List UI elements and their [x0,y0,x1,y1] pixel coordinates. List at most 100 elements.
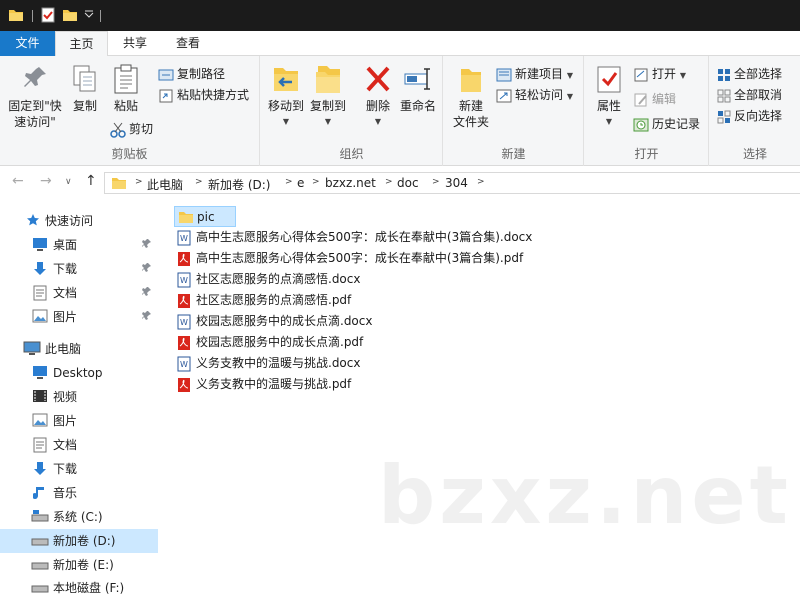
recent-locations-icon[interactable]: ∨ [65,177,72,187]
breadcrumb-bzxz[interactable]: bzxz.net [325,176,376,190]
sidebar-item-label: 快速访问 [45,214,94,228]
move-to-button[interactable]: 移动到 ▼ [265,64,307,130]
history-button[interactable]: 历史记录 [633,114,700,134]
breadcrumb-chevron[interactable]: > [477,177,485,187]
sidebar-item-label: 下载 [53,462,78,476]
properties-icon[interactable] [40,7,56,23]
sidebar-item-pictures[interactable]: 图片 [0,305,158,329]
pin-label: 固定到"快速访问" [8,99,62,129]
folder-icon[interactable] [8,7,24,23]
select-all-button[interactable]: 全部选择 [717,64,782,84]
breadcrumb-drive-d[interactable]: 新加卷 (D:) [208,176,270,193]
properties-button[interactable]: 属性 ▼ [589,64,629,130]
sidebar-item-drive-e[interactable]: 新加卷 (E:) [0,553,158,577]
breadcrumb-chevron[interactable]: > [312,177,320,187]
copy-path-label: 复制路径 [177,67,226,81]
breadcrumb-chevron[interactable]: > [385,177,393,187]
pin-icon[interactable] [142,310,152,322]
sidebar-item-desktop-pc[interactable]: Desktop [0,361,158,385]
copy-to-button[interactable]: 复制到 ▼ [307,64,349,130]
paste-icon [114,64,138,94]
move-to-label: 移动到 [267,99,304,113]
pin-icon[interactable] [142,238,152,250]
drive-icon [31,585,49,593]
music-icon [33,487,44,499]
breadcrumb-chevron[interactable]: > [432,177,440,187]
copy-button[interactable]: 复制 [68,64,102,114]
ribbon: 固定到"快速访问" 复制 粘贴 复制路径 粘贴快捷方式 剪切 剪贴板 移动到 ▼ … [0,56,800,166]
sidebar-item-drive-c[interactable]: 系统 (C:) [0,505,158,529]
delete-button[interactable]: 删除 ▼ [361,64,395,130]
sidebar-item-music[interactable]: 音乐 [0,481,158,505]
tab-share[interactable]: 共享 [110,31,160,56]
new-folder-button[interactable]: 新建 文件夹 [450,64,492,130]
sidebar-item-drive-d[interactable]: 新加卷 (D:) [0,529,158,553]
pdf-document-icon [178,252,190,266]
up-arrow-icon[interactable]: ↑ [85,173,97,189]
breadcrumb-e[interactable]: e [297,176,304,190]
picture-icon [32,309,48,323]
pin-icon[interactable] [142,262,152,274]
file-row-folder[interactable]: pic [174,206,236,227]
select-all-label: 全部选择 [734,67,783,81]
address-bar[interactable]: > 此电脑 > 新加卷 (D:) > e > bzxz.net > doc > … [104,172,800,194]
paste-button[interactable]: 粘贴 [108,64,144,114]
easy-access-button[interactable]: 轻松访问 ▼ [496,85,573,105]
copy-path-icon [158,69,174,80]
desktop-icon [33,366,47,379]
cut-label: 剪切 [129,122,154,136]
copy-label: 复制 [72,99,97,113]
tab-view[interactable]: 查看 [162,31,214,56]
breadcrumb-chevron[interactable]: > [195,177,203,187]
chevron-down-icon[interactable] [84,7,94,23]
sidebar-item-label: 系统 (C:) [53,510,103,524]
sidebar-item-desktop[interactable]: 桌面 [0,233,158,257]
sidebar-item-documents[interactable]: 文档 [0,281,158,305]
pin-icon[interactable] [142,286,152,298]
sidebar-item-pictures-pc[interactable]: 图片 [0,409,158,433]
new-item-button[interactable]: 新建项目 ▼ [496,64,573,84]
sidebar-item-label: 音乐 [53,486,78,500]
title-separator [32,10,33,22]
file-name: 社区志愿服务的点滴感悟.docx [196,272,361,286]
sidebar-item-quick-access[interactable]: 快速访问 [0,209,158,233]
clipboard-group-label: 剪贴板 [111,147,148,161]
breadcrumb-this-pc[interactable]: 此电脑 [147,176,183,193]
rename-button[interactable]: 重命名 [397,64,439,114]
invert-selection-icon [717,110,731,123]
select-none-button[interactable]: 全部取消 [717,85,782,105]
tab-file[interactable]: 文件 [0,31,55,56]
paste-shortcut-button[interactable]: 粘贴快捷方式 [158,85,249,105]
sidebar-item-label: 新加卷 (E:) [53,558,114,572]
breadcrumb-chevron[interactable]: > [135,177,143,187]
sidebar-item-downloads-pc[interactable]: 下载 [0,457,158,481]
select-all-icon [718,68,730,81]
video-icon [33,390,47,402]
breadcrumb-doc[interactable]: doc [397,176,419,190]
easy-access-label: 轻松访问 [515,88,564,102]
sidebar-item-drive-f[interactable]: 本地磁盘 (F:) [0,576,158,600]
delete-label: 删除 [365,99,390,113]
breadcrumb-chevron[interactable]: > [285,177,293,187]
invert-selection-button[interactable]: 反向选择 [717,106,782,126]
open-button[interactable]: 打开 ▼ [633,64,686,84]
tab-home[interactable]: 主页 [55,31,108,57]
breadcrumb-304[interactable]: 304 [445,176,468,190]
open-group: 属性 ▼ 打开 ▼ 编辑 历史记录 打开 [585,56,709,166]
cut-button[interactable]: 剪切 [110,119,153,139]
folder-icon [179,212,193,223]
forward-arrow-icon[interactable]: → [40,173,52,189]
new-folder-icon[interactable] [62,7,78,23]
sidebar-item-this-pc[interactable]: 此电脑 [0,337,158,361]
paste-shortcut-label: 粘贴快捷方式 [177,88,250,102]
pdf-document-icon [178,294,190,308]
sidebar-item-videos[interactable]: 视频 [0,385,158,409]
sidebar-item-documents-pc[interactable]: 文档 [0,433,158,457]
sidebar-item-downloads[interactable]: 下载 [0,257,158,281]
sidebar-item-label: 文档 [53,438,78,452]
pin-quick-access-button[interactable]: 固定到"快速访问" [4,64,66,130]
folder-icon [112,178,126,189]
copy-path-button[interactable]: 复制路径 [158,64,225,84]
back-arrow-icon[interactable]: ← [12,173,24,189]
edit-button[interactable]: 编辑 [633,89,676,109]
